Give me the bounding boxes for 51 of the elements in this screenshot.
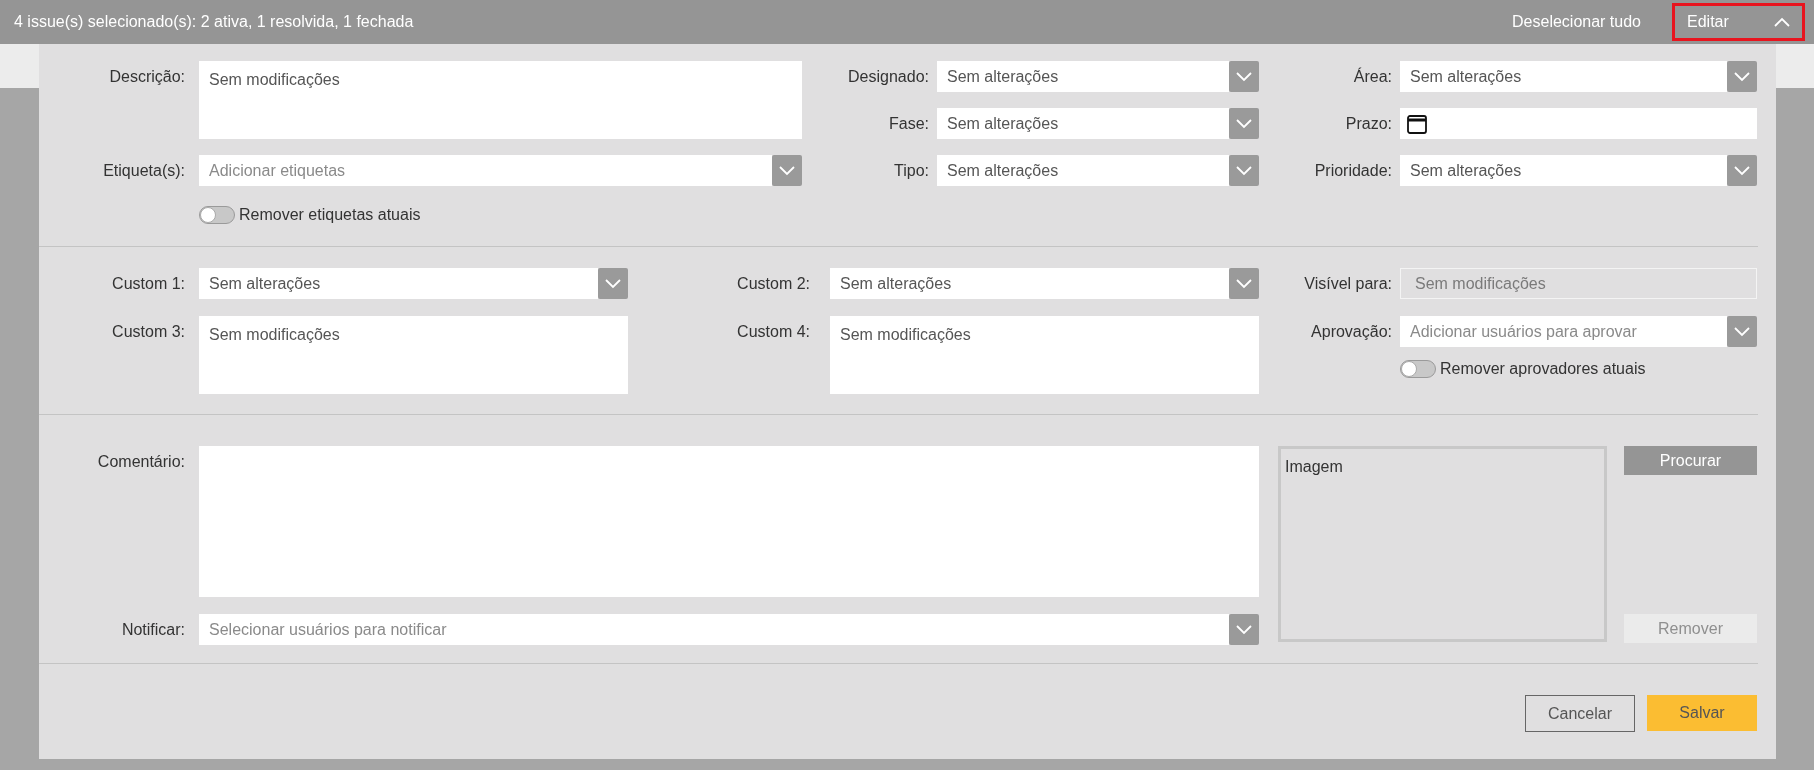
- toggle-switch[interactable]: [199, 206, 235, 224]
- field-label: Área:: [1353, 66, 1392, 87]
- dropdown-field[interactable]: Sem alterações: [1400, 155, 1727, 186]
- dropdown-field[interactable]: Sem alterações: [830, 268, 1229, 299]
- text-area[interactable]: Sem modificações: [830, 316, 1259, 394]
- dropdown-field[interactable]: Sem alterações: [199, 268, 598, 299]
- field-label: Aprovação:: [1311, 321, 1392, 342]
- chevron-down-icon[interactable]: [1229, 614, 1259, 645]
- dropdown-field[interactable]: Selecionar usuários para notificar: [199, 614, 1229, 645]
- chevron-down-icon[interactable]: [1229, 108, 1259, 139]
- toggle-label: Remover aprovadores atuais: [1440, 359, 1646, 379]
- chevron-down-icon[interactable]: [1727, 316, 1757, 347]
- field-label: Prazo:: [1345, 113, 1392, 134]
- date-field[interactable]: [1400, 108, 1757, 139]
- field-label: Custom 1:: [112, 273, 185, 294]
- chevron-down-icon[interactable]: [1229, 61, 1259, 92]
- toggle-switch[interactable]: [1400, 360, 1436, 378]
- save-button[interactable]: Salvar: [1647, 695, 1757, 731]
- field-label: Tipo:: [894, 160, 929, 181]
- field-label: Comentário:: [97, 451, 185, 472]
- image-drop-area[interactable]: Imagem: [1278, 446, 1607, 642]
- chevron-down-icon[interactable]: [598, 268, 628, 299]
- text-area[interactable]: Sem modificações: [199, 316, 628, 394]
- chevron-down-icon[interactable]: [1727, 61, 1757, 92]
- selection-summary: 4 issue(s) selecionado(s): 2 ativa, 1 resolvida, 1 fechada: [14, 12, 415, 32]
- dropdown-field[interactable]: Adicionar usuários para aprovar: [1400, 316, 1727, 347]
- image-label: Imagem: [1285, 458, 1343, 475]
- field-label: Custom 2:: [737, 273, 810, 294]
- field-label: Fase:: [889, 113, 929, 134]
- field-label: Custom 3:: [112, 321, 185, 342]
- chevron-down-icon[interactable]: [772, 155, 802, 186]
- field-label: Visível para:: [1304, 273, 1392, 294]
- field-label: Designado:: [848, 66, 929, 87]
- text-area[interactable]: Sem modificações: [199, 61, 802, 139]
- chevron-down-icon[interactable]: [1229, 268, 1259, 299]
- chevron-up-icon: [1774, 17, 1790, 27]
- dropdown-field[interactable]: Sem alterações: [937, 155, 1229, 186]
- field-label: Prioridade:: [1314, 160, 1392, 181]
- field-label: Descrição:: [109, 66, 185, 87]
- field-label: Custom 4:: [737, 321, 810, 342]
- cancel-button[interactable]: Cancelar: [1525, 695, 1635, 732]
- field-label: Etiqueta(s):: [103, 160, 185, 181]
- toggle-label: Remover etiquetas atuais: [239, 205, 421, 225]
- field-label: Notificar:: [121, 619, 185, 640]
- dropdown-field[interactable]: Sem alterações: [1400, 61, 1727, 92]
- dropdown-field[interactable]: Sem alterações: [937, 61, 1229, 92]
- chevron-down-icon[interactable]: [1727, 155, 1757, 186]
- chevron-down-icon[interactable]: [1229, 155, 1259, 186]
- dropdown-field[interactable]: Sem alterações: [937, 108, 1229, 139]
- calendar-icon[interactable]: [1406, 112, 1428, 135]
- dropdown-field[interactable]: Adicionar etiquetas: [199, 155, 772, 186]
